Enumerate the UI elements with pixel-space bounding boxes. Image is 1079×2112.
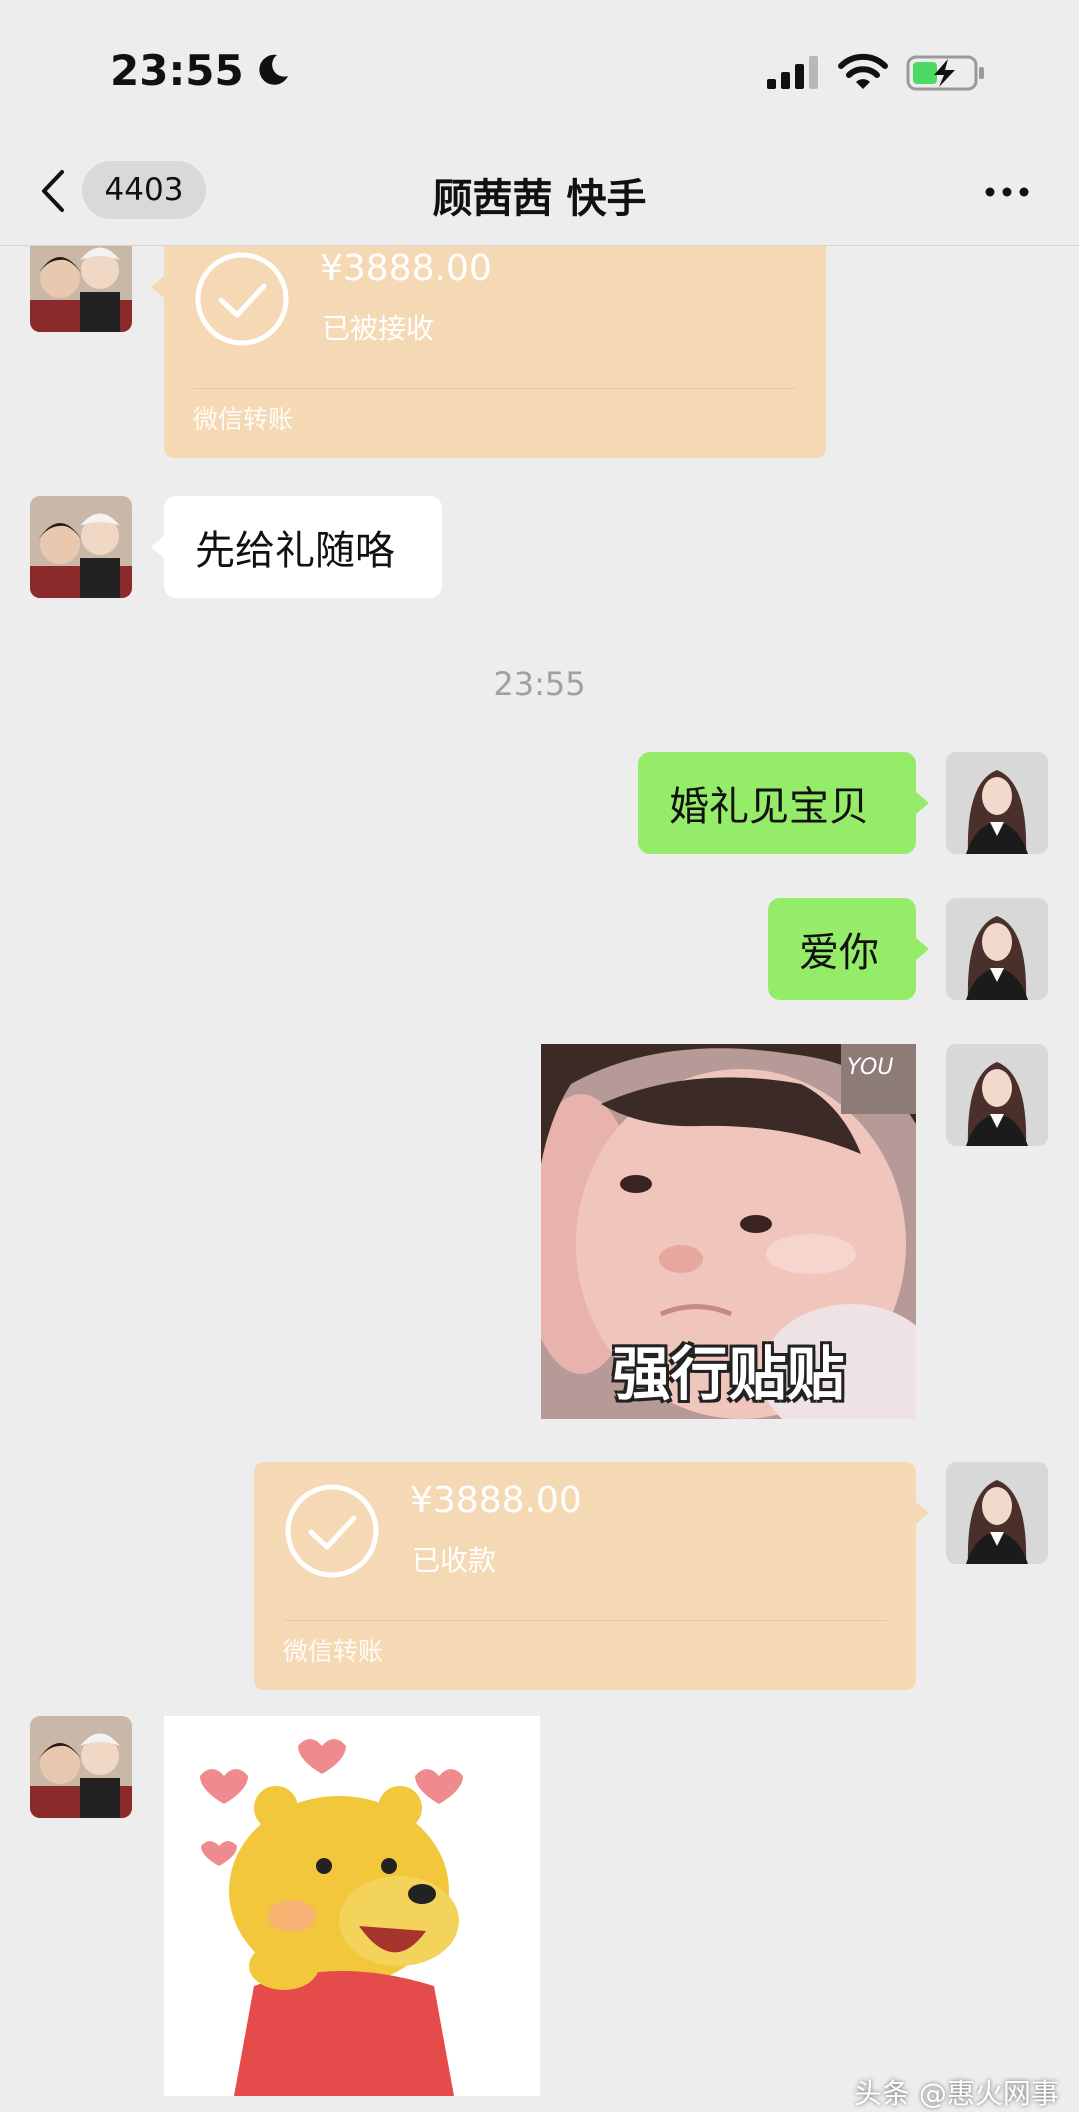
moon-icon (259, 54, 288, 85)
my-avatar[interactable] (946, 1462, 1048, 1564)
friend-avatar[interactable] (30, 1716, 132, 1818)
transfer-amount: ¥3888.00 (410, 1480, 582, 1521)
bubble-tail (916, 1502, 929, 1524)
message-timestamp: 23:55 (493, 665, 586, 703)
check-circle-icon (285, 1484, 379, 1578)
message-bubble-gift[interactable]: 先给礼随咯 (164, 496, 442, 598)
check-circle-icon (195, 252, 289, 346)
status-time: 23:55 (110, 46, 244, 95)
bubble-tail (151, 536, 164, 558)
my-avatar[interactable] (946, 752, 1048, 854)
transfer-status: 已收款 (412, 1544, 497, 1577)
wifi-icon (838, 53, 888, 89)
top-bar: 23:55 4403 顾茜茜 快手 (0, 0, 1079, 246)
friend-avatar[interactable] (30, 246, 132, 332)
sticker-baby-image[interactable]: YOU 强行贴贴 (541, 1044, 916, 1419)
transfer-status: 已被接收 (322, 312, 435, 345)
transfer-brand-label: 微信转账 (193, 405, 294, 434)
signal-icon (767, 56, 818, 89)
transfer-card-received[interactable]: ¥3888.00 已被接收 微信转账 (164, 246, 826, 458)
my-avatar[interactable] (946, 898, 1048, 1000)
transfer-divider (193, 388, 797, 389)
transfer-card-accepted[interactable]: ¥3888.00 已收款 微信转账 (254, 1462, 916, 1690)
transfer-amount: ¥3888.00 (320, 248, 492, 289)
my-avatar[interactable] (946, 1044, 1048, 1146)
chat-title: 顾茜茜 快手 (432, 176, 647, 222)
watermark-text: 头条 @惠火网事 (854, 2077, 1059, 2110)
bubble-tail (151, 276, 164, 298)
bubble-tail (916, 938, 929, 960)
battery-charging-icon (906, 55, 984, 91)
sticker-bear-image[interactable] (164, 1716, 540, 2096)
message-bubble-love[interactable]: 爱你 (768, 898, 916, 1000)
sticker-caption: 强行贴贴 (612, 1340, 845, 1408)
transfer-brand-label: 微信转账 (283, 1637, 384, 1666)
more-dots-icon[interactable] (982, 172, 1032, 212)
friend-avatar[interactable] (30, 496, 132, 598)
svg-text:YOU: YOU (847, 1055, 893, 1080)
message-bubble-wedding[interactable]: 婚礼见宝贝 (638, 752, 916, 854)
transfer-divider (283, 1620, 887, 1621)
bubble-tail (916, 792, 929, 814)
chat-message-list[interactable]: ¥3888.00 已被接收 微信转账 先给礼随咯 23:55 婚礼见宝贝 爱你 … (0, 246, 1079, 2096)
